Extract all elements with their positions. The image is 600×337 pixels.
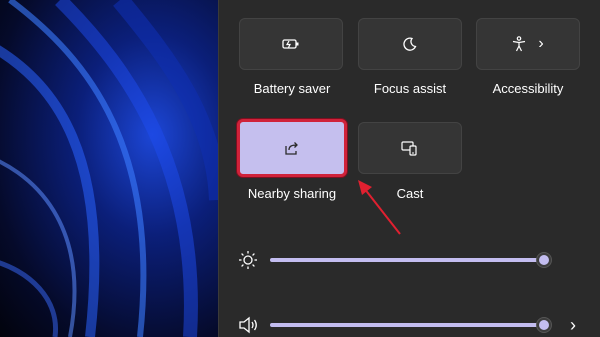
annotation-arrow [358,180,401,235]
brightness-slider-thumb[interactable] [536,252,552,268]
battery-saver-icon [282,38,300,50]
accessibility-icon [512,36,526,52]
accessibility-button[interactable]: › [476,18,580,70]
nearby-sharing-label: Nearby sharing [247,186,337,201]
accessibility-label: Accessibility [492,81,564,96]
desktop-wallpaper [0,0,218,337]
wallpaper-swirl-graphic [0,0,218,337]
nearby-sharing-button[interactable] [237,119,347,177]
volume-slider-track[interactable] [270,323,544,327]
sun-icon [238,250,258,270]
brightness-slider-track[interactable] [270,258,544,262]
cast-button[interactable] [358,122,462,174]
share-icon [284,140,300,156]
focus-assist-label: Focus assist [373,81,447,96]
battery-saver-label: Battery saver [253,81,331,96]
accessibility-chevron-icon[interactable]: › [538,36,543,52]
cast-icon [401,140,419,156]
focus-assist-button[interactable] [358,18,462,70]
speaker-icon[interactable] [238,316,260,334]
volume-slider-thumb[interactable] [536,317,552,333]
battery-saver-button[interactable] [239,18,343,70]
moon-icon [403,37,417,51]
audio-output-chevron-icon[interactable]: › [570,316,576,334]
